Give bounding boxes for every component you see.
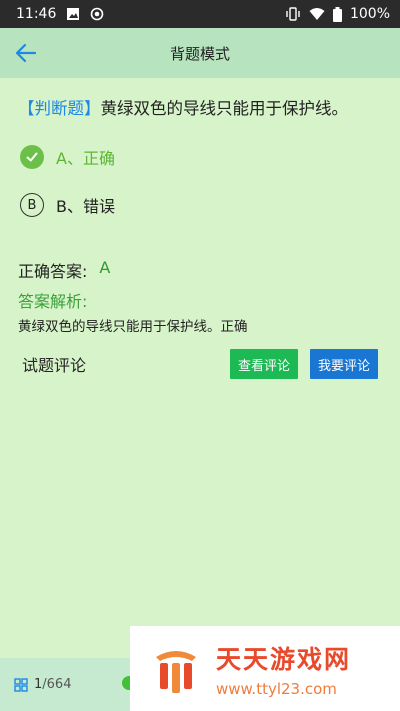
status-time: 11:46 <box>16 6 57 22</box>
app-bar: 背题模式 <box>0 28 400 78</box>
view-comments-button[interactable]: 查看评论 <box>230 349 298 379</box>
wifi-icon <box>309 7 325 21</box>
analysis-title: 答案解析: <box>18 292 88 311</box>
page-title: 背题模式 <box>169 44 230 63</box>
option-b-label: B、错误 <box>56 197 115 216</box>
status-left: 11:46 <box>16 6 104 22</box>
option-b-badge: B <box>20 193 44 217</box>
watermark-text: 天天游戏网 www.ttyl23.com <box>216 640 351 698</box>
correct-answer: 正确答案: A <box>18 258 110 282</box>
watermark-logo-icon <box>156 650 196 693</box>
battery-level: 100% <box>349 6 390 22</box>
write-comment-button[interactable]: 我要评论 <box>310 349 378 379</box>
battery-icon <box>332 6 342 22</box>
question-type-tag: 【判断题】 <box>18 99 101 118</box>
option-a-label: A、正确 <box>56 149 115 168</box>
vibrate-icon <box>285 7 301 21</box>
watermark-overlay: 天天游戏网 www.ttyl23.com <box>130 626 400 711</box>
watermark-title: 天天游戏网 <box>216 644 352 674</box>
option-a[interactable]: A、正确 <box>20 144 115 170</box>
grid-icon <box>14 677 28 692</box>
comment-section-title: 试题评论 <box>22 356 87 375</box>
watermark-url: www.ttyl23.com <box>216 679 337 698</box>
correct-answer-label: 正确答案: <box>18 262 88 281</box>
question-progress[interactable]: 1/664 <box>14 677 71 692</box>
status-right: 100% <box>285 6 390 22</box>
comment-section: 试题评论 查看评论 我要评论 <box>22 348 378 380</box>
back-arrow-icon <box>15 43 37 63</box>
total-questions: /664 <box>42 677 72 692</box>
gallery-icon <box>66 7 80 21</box>
question-text: 【判断题】黄绿双色的导线只能用于保护线。 <box>18 96 390 122</box>
question-body: 黄绿双色的导线只能用于保护线。 <box>100 99 349 118</box>
record-icon <box>90 7 104 21</box>
back-button[interactable] <box>12 40 40 66</box>
option-b[interactable]: B B、错误 <box>20 192 115 218</box>
check-icon <box>20 145 44 169</box>
correct-answer-value: A <box>99 258 111 277</box>
analysis-text: 黄绿双色的导线只能用于保护线。正确 <box>18 319 248 335</box>
status-bar: 11:46 100% <box>0 0 400 28</box>
